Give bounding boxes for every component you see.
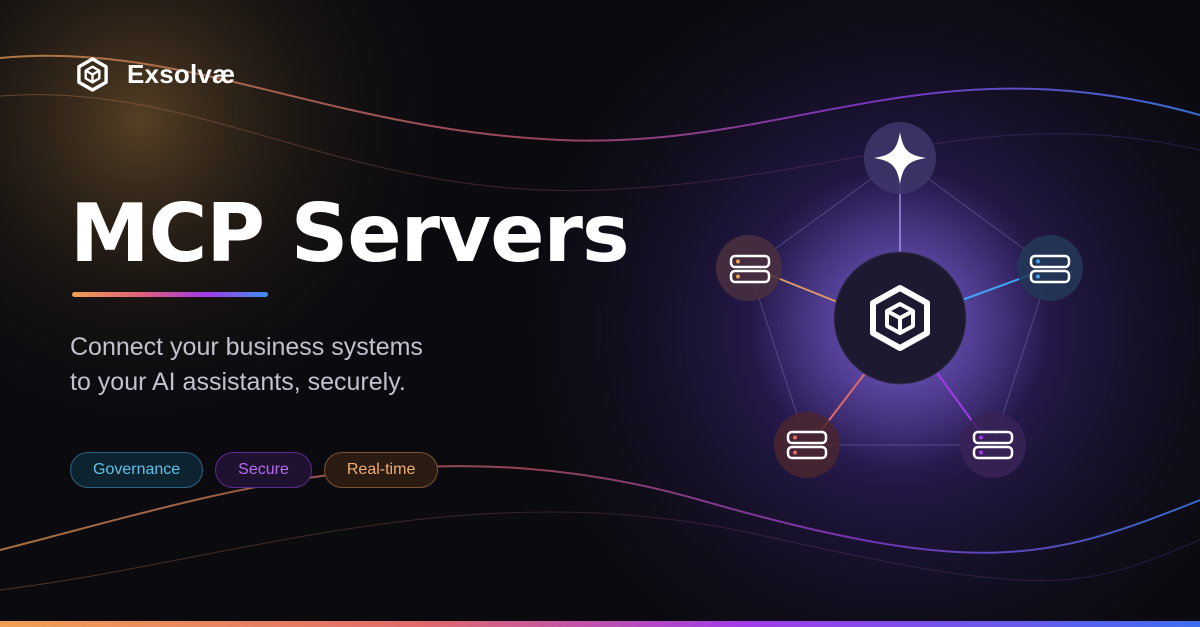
brand-name: Exsolvæ bbox=[127, 59, 236, 89]
background-art bbox=[0, 0, 1200, 627]
bottom-gradient-bar bbox=[0, 621, 1200, 627]
brand: Exsolvæ bbox=[76, 57, 235, 92]
tag-secure: Secure bbox=[215, 452, 312, 488]
tag-realtime: Real-time bbox=[323, 452, 439, 488]
node-bottom-right bbox=[960, 412, 1026, 478]
tag-list: Governance Secure Real-time bbox=[70, 452, 439, 488]
cube-logo-icon bbox=[77, 57, 108, 92]
title-underline bbox=[72, 292, 268, 297]
node-bottom-left bbox=[774, 412, 840, 478]
banner: Exsolvæ MCP Servers Connect your busines… bbox=[0, 0, 1200, 627]
subtitle-line: Connect your business systems bbox=[70, 333, 423, 361]
tag-governance: Governance bbox=[70, 452, 204, 488]
page-title: MCP Servers bbox=[70, 187, 630, 280]
subtitle: Connect your business systems to your AI… bbox=[70, 330, 423, 400]
subtitle-line: to your AI assistants, securely. bbox=[70, 368, 406, 396]
